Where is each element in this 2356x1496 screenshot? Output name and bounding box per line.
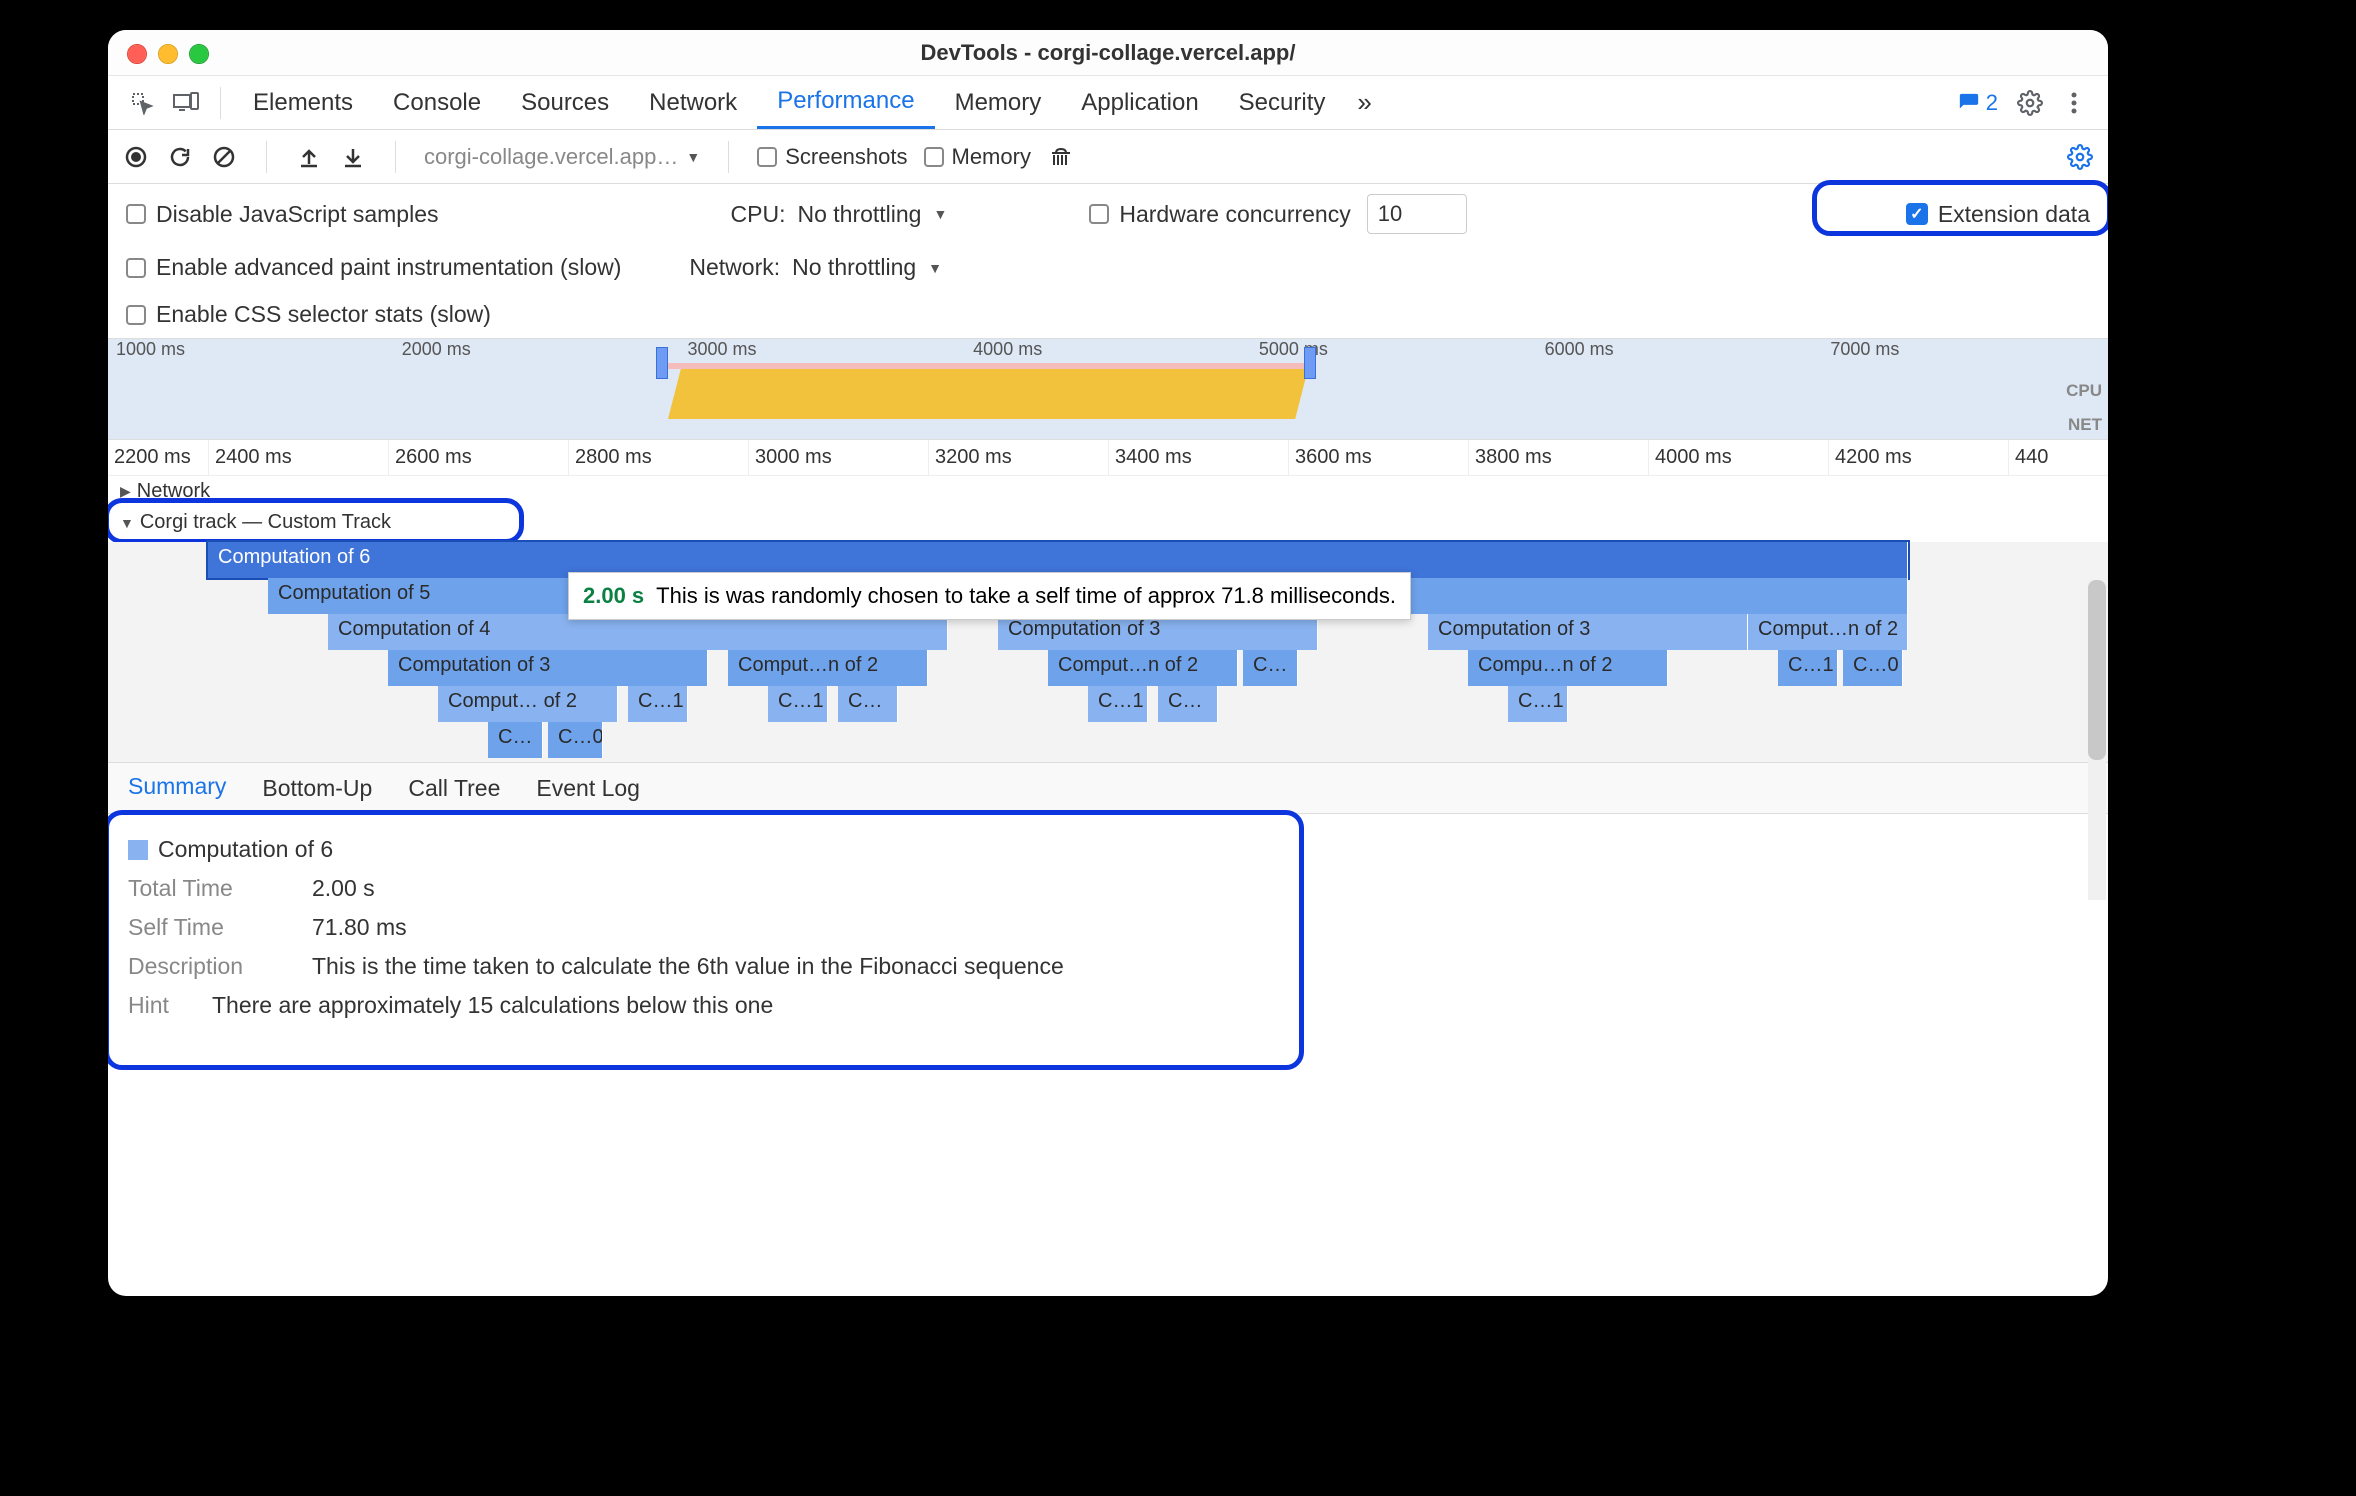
- tooltip-duration: 2.00 s: [583, 583, 644, 609]
- kebab-menu-icon[interactable]: [2058, 87, 2090, 119]
- advanced-paint-checkbox[interactable]: Enable advanced paint instrumentation (s…: [126, 254, 621, 281]
- flame-chart[interactable]: Computation of 6 Computation of 5 Comput…: [108, 542, 2108, 762]
- tab-call-tree[interactable]: Call Tree: [408, 763, 500, 813]
- reload-record-button[interactable]: [166, 143, 194, 171]
- hardware-concurrency-input[interactable]: 10: [1367, 194, 1467, 234]
- flame-entry[interactable]: C…: [1243, 650, 1298, 686]
- css-selector-stats-checkbox[interactable]: Enable CSS selector stats (slow): [126, 301, 491, 328]
- overview-cpu-activity: [668, 369, 1308, 419]
- overview-cpu-label: CPU: [2066, 381, 2102, 401]
- flame-entry[interactable]: Comput…n of 2: [728, 650, 928, 686]
- flame-entry[interactable]: C…1: [628, 686, 688, 722]
- maximize-window-button[interactable]: [190, 45, 208, 63]
- flame-entry[interactable]: Comput…n of 2: [1048, 650, 1238, 686]
- tab-security[interactable]: Security: [1219, 76, 1346, 129]
- flame-entry[interactable]: C…: [488, 722, 543, 758]
- chevron-down-icon: ▼: [928, 260, 942, 276]
- window-controls: [128, 45, 208, 63]
- minimize-window-button[interactable]: [159, 45, 177, 63]
- clear-button[interactable]: [210, 143, 238, 171]
- recording-target-label: corgi-collage.vercel.app…: [424, 144, 678, 170]
- collapse-arrow-icon: ▼: [120, 515, 134, 531]
- total-time-value: 2.00 s: [312, 875, 375, 902]
- tab-memory[interactable]: Memory: [935, 76, 1062, 129]
- capture-settings-panel: Disable JavaScript samples CPU: No throt…: [108, 184, 2108, 338]
- flame-entry[interactable]: Compu…n of 2: [1468, 650, 1668, 686]
- devtools-window: DevTools - corgi-collage.vercel.app/ Ele…: [108, 30, 2108, 1296]
- tab-application[interactable]: Application: [1061, 76, 1218, 129]
- tab-sources[interactable]: Sources: [501, 76, 629, 129]
- device-toolbar-icon[interactable]: [170, 87, 202, 119]
- flame-entry[interactable]: C…1: [768, 686, 828, 722]
- tooltip-text: This is was randomly chosen to take a se…: [656, 583, 1396, 609]
- flame-entry[interactable]: C…0: [1843, 650, 1903, 686]
- chevron-down-icon: ▼: [686, 149, 700, 165]
- tab-console[interactable]: Console: [373, 76, 501, 129]
- summary-title: Computation of 6: [158, 836, 333, 863]
- summary-panel: Computation of 6 Total Time2.00 s Self T…: [108, 814, 2108, 1041]
- garbage-collect-icon[interactable]: [1047, 143, 1075, 171]
- hint-value: There are approximately 15 calculations …: [212, 992, 773, 1019]
- overview-ticks: 1000 ms 2000 ms 3000 ms 4000 ms 5000 ms …: [108, 339, 2108, 365]
- details-tabs: Summary Bottom-Up Call Tree Event Log: [108, 762, 2108, 814]
- screenshots-checkbox[interactable]: Screenshots: [757, 144, 907, 170]
- track-custom-header[interactable]: ▼ Corgi track — Custom Track: [108, 507, 2108, 538]
- tab-event-log[interactable]: Event Log: [536, 763, 640, 813]
- flame-entry[interactable]: C…1: [1508, 686, 1568, 722]
- issues-count: 2: [1986, 90, 1998, 116]
- network-throttle-select[interactable]: Network: No throttling ▼: [689, 254, 942, 281]
- flame-entry[interactable]: Computation of 3: [1428, 614, 1748, 650]
- overview-fps-strip: [668, 363, 1308, 369]
- tabs-overflow-button[interactable]: »: [1345, 87, 1383, 118]
- timeline-overview[interactable]: 1000 ms 2000 ms 3000 ms 4000 ms 5000 ms …: [108, 338, 2108, 440]
- chevron-down-icon: ▼: [933, 206, 947, 222]
- selection-handle-right[interactable]: [1304, 347, 1316, 379]
- flame-entry[interactable]: C…: [838, 686, 898, 722]
- settings-gear-icon[interactable]: [2014, 87, 2046, 119]
- tab-bottom-up[interactable]: Bottom-Up: [262, 763, 372, 813]
- close-window-button[interactable]: [128, 45, 146, 63]
- tab-elements[interactable]: Elements: [233, 76, 373, 129]
- flame-entry[interactable]: C…1: [1778, 650, 1838, 686]
- description-value: This is the time taken to calculate the …: [312, 953, 1064, 980]
- expand-arrow-icon: ▶: [120, 483, 131, 500]
- flame-entry[interactable]: Comput…n of 2: [1748, 614, 1908, 650]
- hardware-concurrency-checkbox[interactable]: Hardware concurrency: [1089, 201, 1350, 228]
- flame-entry[interactable]: Comput… of 2: [438, 686, 618, 722]
- flame-entry[interactable]: C…1: [1088, 686, 1148, 722]
- capture-settings-gear-icon[interactable]: [2066, 143, 2094, 171]
- flame-tooltip: 2.00 s This is was randomly chosen to ta…: [568, 572, 1411, 620]
- flame-entry[interactable]: C…: [1158, 686, 1218, 722]
- panel-tabs: Elements Console Sources Network Perform…: [108, 76, 2108, 130]
- track-network-header[interactable]: ▶ Network: [108, 476, 2108, 507]
- download-icon[interactable]: [339, 143, 367, 171]
- memory-checkbox[interactable]: Memory: [924, 144, 1031, 170]
- selection-handle-left[interactable]: [656, 347, 668, 379]
- flame-entry[interactable]: C…0: [548, 722, 603, 758]
- title-bar: DevTools - corgi-collage.vercel.app/: [108, 30, 2108, 76]
- tab-performance[interactable]: Performance: [757, 76, 934, 129]
- flame-entry[interactable]: Computation of 3: [388, 650, 708, 686]
- summary-title-row: Computation of 6: [128, 830, 2088, 869]
- extension-data-checkbox[interactable]: ✓ Extension data: [1906, 201, 2090, 228]
- performance-toolbar: corgi-collage.vercel.app… ▼ Screenshots …: [108, 130, 2108, 184]
- inspect-element-icon[interactable]: [126, 87, 158, 119]
- tab-network[interactable]: Network: [629, 76, 757, 129]
- recording-target-dropdown[interactable]: corgi-collage.vercel.app… ▼: [424, 144, 700, 170]
- window-title: DevTools - corgi-collage.vercel.app/: [921, 40, 1296, 66]
- vertical-scrollbar[interactable]: [2088, 580, 2106, 900]
- issues-badge[interactable]: 2: [1958, 90, 1998, 116]
- disable-js-samples-checkbox[interactable]: Disable JavaScript samples: [126, 201, 439, 228]
- cpu-throttle-select[interactable]: CPU: No throttling ▼: [731, 201, 948, 228]
- detail-ruler[interactable]: 2200 ms 2400 ms 2600 ms 2800 ms 3000 ms …: [108, 440, 2108, 476]
- checkbox-checked-icon: ✓: [1906, 203, 1928, 225]
- tab-summary[interactable]: Summary: [128, 763, 226, 813]
- record-button[interactable]: [122, 143, 150, 171]
- overview-net-label: NET: [2068, 415, 2102, 435]
- self-time-value: 71.80 ms: [312, 914, 407, 941]
- upload-icon[interactable]: [295, 143, 323, 171]
- color-swatch: [128, 840, 148, 860]
- timeline-detail: 2200 ms 2400 ms 2600 ms 2800 ms 3000 ms …: [108, 440, 2108, 762]
